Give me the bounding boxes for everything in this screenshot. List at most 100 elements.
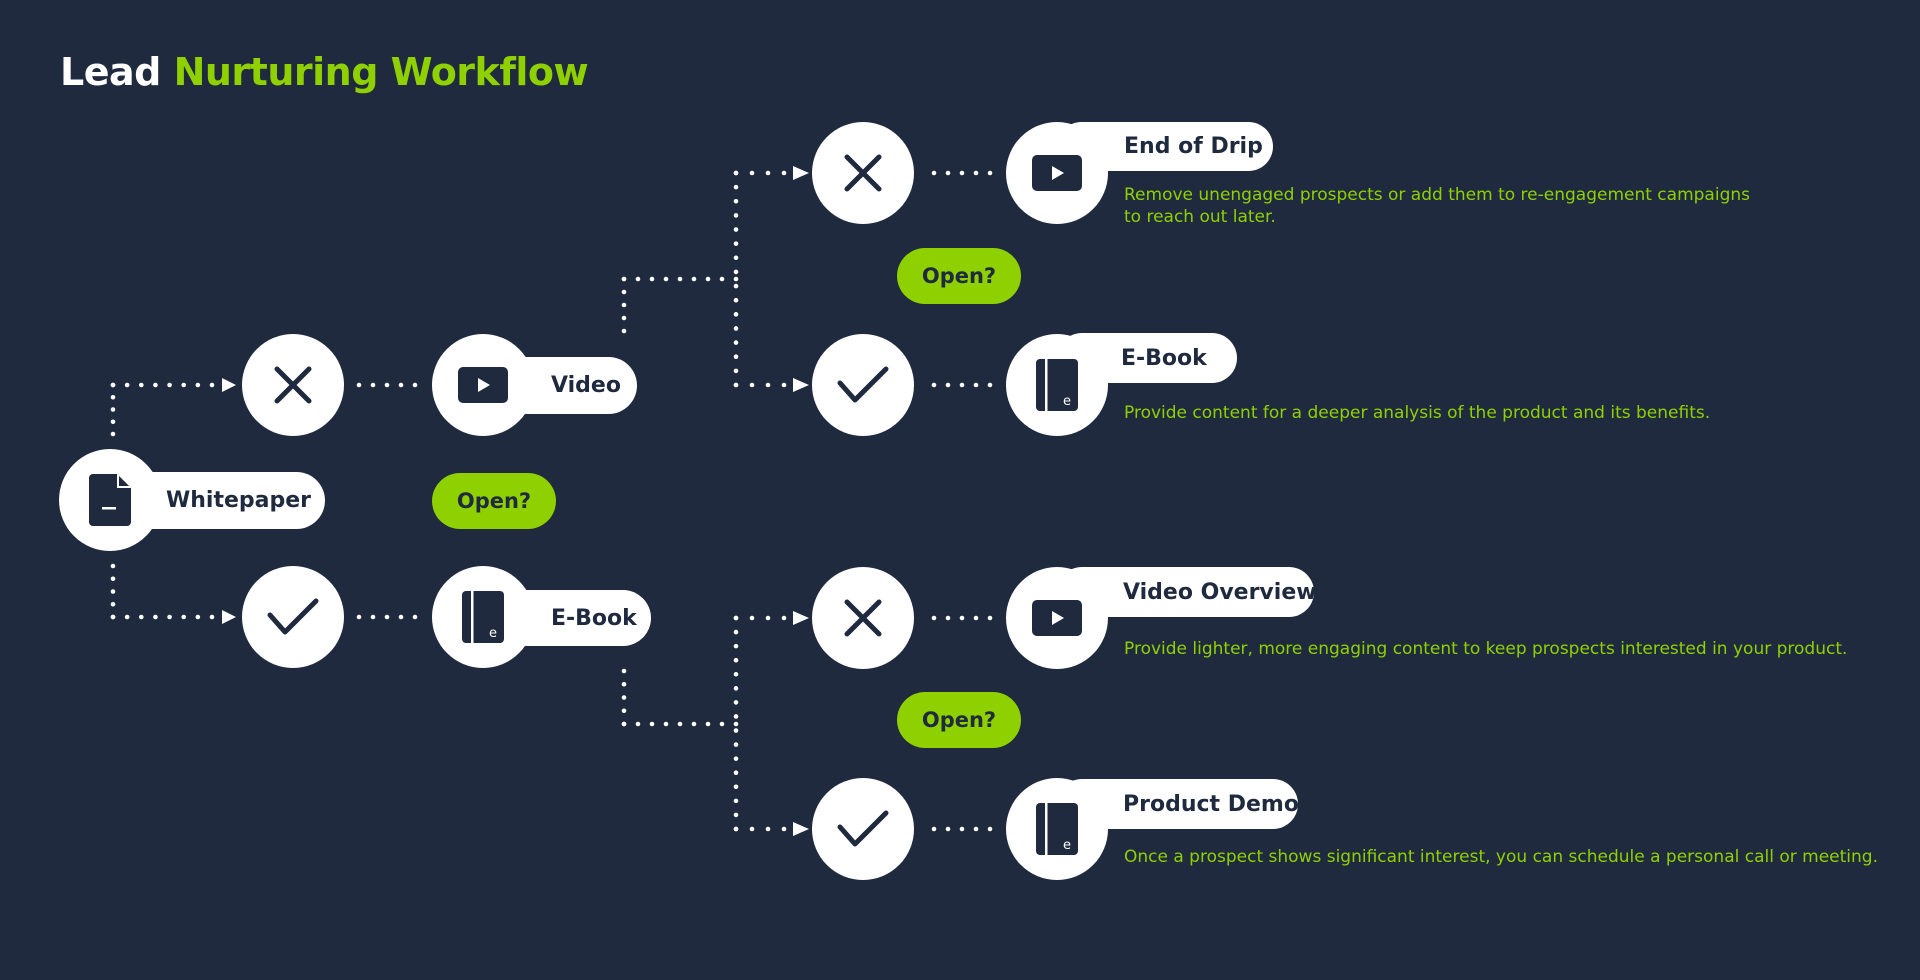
connector-dot [733,826,739,832]
product-demo-description: Once a prospect shows significant intere… [1124,846,1878,868]
connector-dot [621,721,627,727]
connector-dot [124,382,130,388]
connector-dot [749,170,755,176]
connector-dot [733,643,739,649]
svg-text:e: e [1063,394,1071,409]
connector-dot [110,576,116,582]
connector-dot [733,326,739,331]
check-icon [837,366,889,403]
connector-dot [733,812,739,818]
connector-dot [356,614,362,620]
connector-dot [153,382,158,388]
end-of-drip-outcome [812,122,914,224]
svg-text:e: e [489,626,497,641]
connector-dot [110,394,116,400]
connector-dot [733,312,739,317]
connector-dot [945,382,951,388]
decision-label: Open? [921,264,997,288]
svg-text:e: e [1063,838,1071,853]
end-of-drip-label: End of Drip [1124,134,1263,159]
video-overview-label: Video Overview [1123,579,1317,605]
connector-dot [635,276,641,282]
connector-dot [167,382,172,388]
connector-dot [621,708,627,714]
video-overview-icon-circle[interactable] [1006,567,1108,669]
connector-dot [733,368,739,374]
connector-dot [621,289,627,295]
connector-dot [195,382,201,388]
connector-dot [195,614,201,620]
connector-dot [621,276,627,282]
x-icon [844,154,882,192]
connector-dot [959,170,965,176]
decision-open-1: Open? [432,473,556,529]
connector-dot [987,382,993,388]
connector-dot [733,742,739,747]
video-icon-circle[interactable] [432,334,534,436]
check-icon [837,810,889,847]
connector-dot [398,614,404,620]
ebook2-icon-circle[interactable]: e [1006,334,1108,436]
connector-dot [153,614,158,620]
connector-dot [945,826,951,832]
connector-dot [733,297,739,303]
connector-dot [167,614,172,620]
connector-dot [931,615,937,621]
decision-open-3: Open? [897,692,1021,748]
connector-dot [733,728,739,733]
connector-dot [733,354,739,360]
description-line: to reach out later. [1124,207,1276,227]
connector-dot [110,407,116,412]
connector-dot [370,382,376,388]
connector-dot [110,563,116,569]
connector-dot [733,241,739,246]
connector-dot [987,826,993,832]
connector-dot [649,276,655,282]
connector-dot [649,721,655,727]
description-line: Provide lighter, more engaging content t… [1124,639,1848,659]
connector-dot [691,721,697,727]
video-overview-description: Provide lighter, more engaging content t… [1124,638,1847,660]
connector-dot [959,826,965,832]
ebook2-outcome [812,334,914,436]
end-of-drip-icon-circle[interactable] [1006,122,1108,224]
connector-dot [733,213,739,218]
ebook-icon: e [1036,803,1078,855]
arrow-head [793,166,809,180]
arrow-head [793,378,809,392]
whitepaper-icon-circle[interactable] [59,449,161,551]
connector-dot [705,276,711,282]
play-icon [1032,155,1082,191]
connector-dot [749,615,755,621]
connector-dot [733,784,739,790]
product-demo-icon-circle[interactable]: e [1006,778,1108,880]
product-demo-label: Product Demo [1123,791,1299,817]
connector-dot [945,170,951,176]
connector-dot [733,629,739,635]
connector-dot [384,382,390,388]
ebook-icon-circle[interactable]: e [432,566,534,668]
connector-dot [733,198,739,204]
connector-dot [621,681,627,687]
connector-dot [621,302,627,308]
connector-dot [765,615,771,621]
connector-dot [412,382,418,388]
connector-dot [973,382,979,388]
decision-open-2: Open? [897,248,1021,304]
connector-dot [110,614,116,620]
connector-dot [705,721,711,727]
ebook2-description: Provide content for a deeper analysis of… [1124,402,1710,424]
connector-dot [733,255,739,261]
connector-dot [621,668,627,674]
connector-dot [733,184,739,190]
connector-dot [733,382,739,388]
connector-dot [110,601,116,607]
connector-dot [781,382,787,388]
connector-dot [138,614,144,620]
arrow-head [793,822,809,836]
connector-dot [765,826,771,832]
connector-dot [733,340,739,345]
connector-dot [973,826,979,832]
video-overview-outcome [812,567,914,669]
connector-dot [124,614,130,620]
